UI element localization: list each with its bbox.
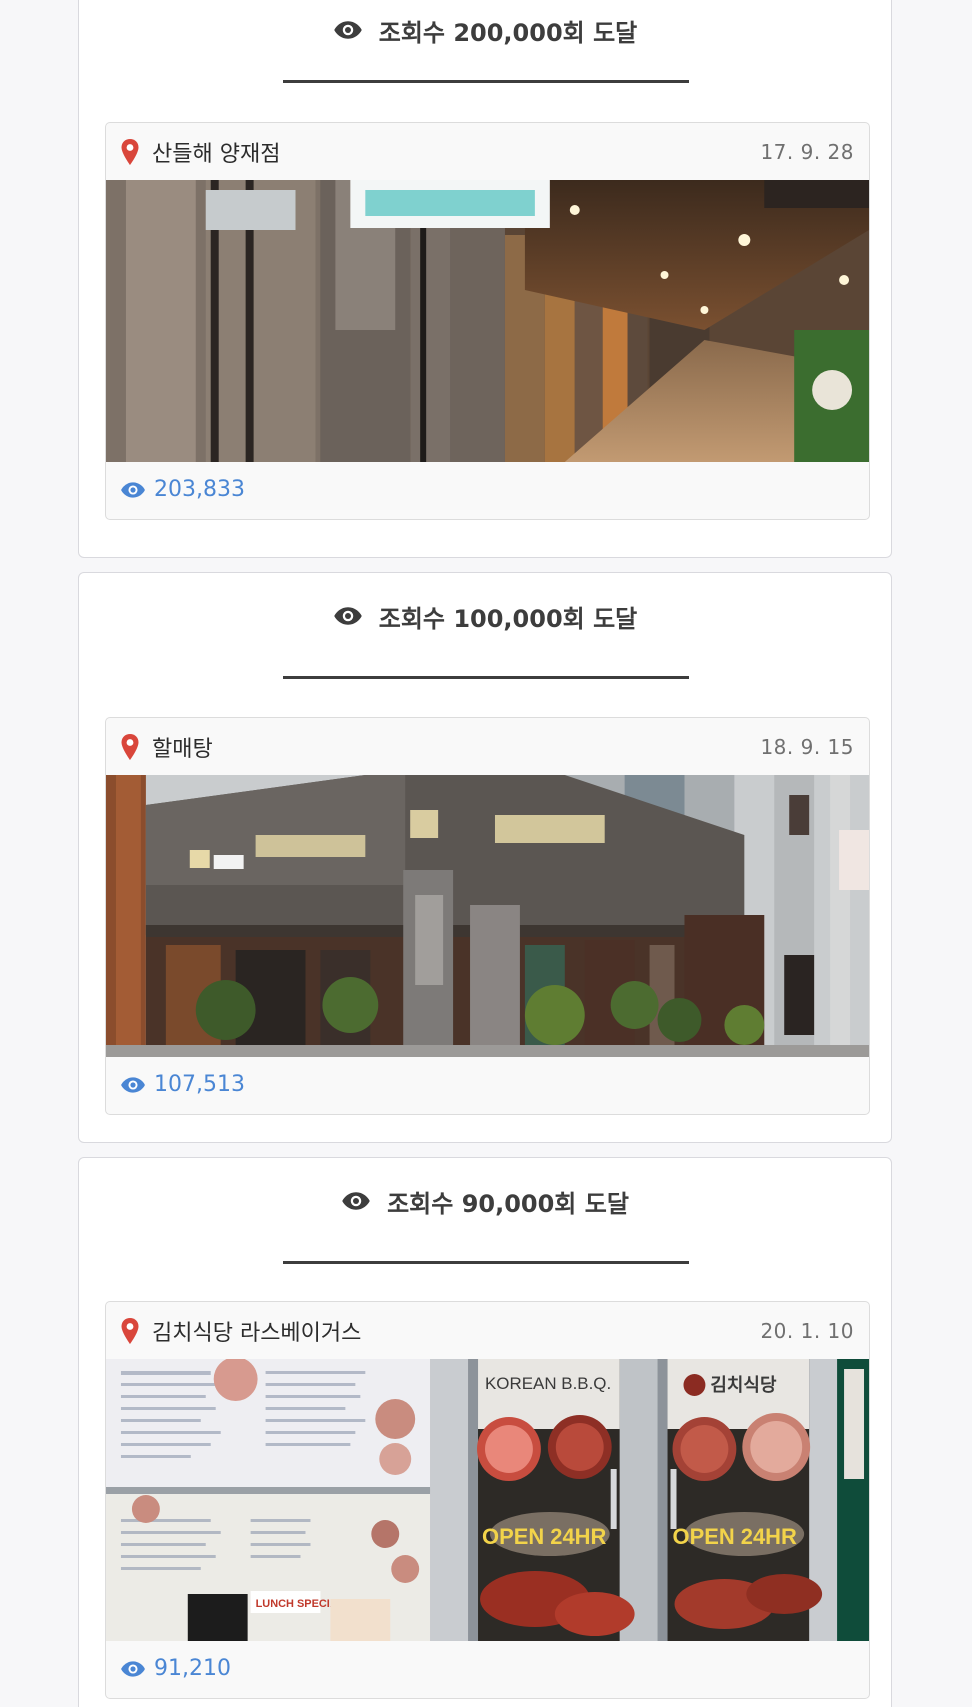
restaurant-name[interactable]: 산들해 양재점 — [152, 136, 280, 168]
divider — [283, 676, 689, 679]
map-pin-icon — [121, 1317, 139, 1344]
map-pin-icon — [121, 733, 139, 760]
post-date: 20. 1. 10 — [760, 1318, 854, 1343]
post-header: 할매탕 18. 9. 15 — [106, 718, 869, 775]
milestone-heading-text: 조회수 100,000회 도달 — [378, 604, 638, 633]
eye-icon — [333, 21, 362, 39]
divider — [283, 80, 689, 83]
restaurant-photo[interactable] — [106, 775, 869, 1057]
post-title: 산들해 양재점 — [120, 136, 280, 168]
post-card[interactable]: 할매탕 18. 9. 15 107,513 — [105, 717, 870, 1115]
post-title: 김치식당 라스베이거스 — [120, 1315, 361, 1347]
banner-open-24hr-left: OPEN 24HR — [482, 1524, 607, 1549]
post-header: 산들해 양재점 17. 9. 28 — [106, 123, 869, 180]
view-count: 91,210 — [120, 1639, 231, 1698]
milestone-heading: 조회수 100,000회 도달 — [79, 581, 891, 651]
restaurant-name[interactable]: 김치식당 라스베이거스 — [152, 1315, 361, 1347]
post-card[interactable]: 산들해 양재점 17. 9. 28 203,833 — [105, 122, 870, 520]
view-count: 203,833 — [120, 460, 245, 519]
milestone-card-100000: 조회수 100,000회 도달 할매탕 18. 9. 15 107,513 — [78, 572, 892, 1143]
restaurant-photo[interactable] — [106, 180, 869, 462]
milestone-card-200000: 조회수 200,000회 도달 산들해 양재점 17. 9. 28 203,83… — [78, 0, 892, 558]
eye-icon — [333, 607, 362, 625]
eye-icon — [342, 1192, 370, 1210]
post-header: 김치식당 라스베이거스 20. 1. 10 — [106, 1302, 869, 1359]
eye-icon — [121, 1076, 145, 1093]
divider — [283, 1261, 689, 1264]
milestone-heading: 조회수 200,000회 도달 — [79, 0, 891, 65]
milestone-card-90000: 조회수 90,000회 도달 김치식당 라스베이거스 20. 1. 10 LUN… — [78, 1157, 892, 1707]
sign-korean-bbq: KOREAN B.B.Q. — [485, 1374, 611, 1393]
milestone-feed: 조회수 200,000회 도달 산들해 양재점 17. 9. 28 203,83… — [0, 0, 972, 1707]
milestone-heading-text: 조회수 90,000회 도달 — [387, 1189, 629, 1218]
restaurant-name[interactable]: 할매탕 — [152, 731, 213, 763]
banner-open-24hr-right: OPEN 24HR — [673, 1524, 798, 1549]
sign-kimchi-sikdang: 김치식당 — [710, 1375, 777, 1395]
post-date: 17. 9. 28 — [760, 139, 854, 164]
view-count-value: 91,210 — [154, 1656, 231, 1681]
map-pin-icon — [121, 138, 139, 165]
view-count: 107,513 — [120, 1055, 245, 1114]
post-card[interactable]: 김치식당 라스베이거스 20. 1. 10 LUNCH SPECIAL KORE… — [105, 1301, 870, 1699]
eye-icon — [121, 481, 145, 498]
milestone-heading-text: 조회수 200,000회 도달 — [378, 18, 638, 47]
post-title: 할매탕 — [120, 731, 213, 763]
milestone-heading: 조회수 90,000회 도달 — [79, 1166, 891, 1236]
restaurant-photo[interactable]: LUNCH SPECIAL KOREAN B.B.Q. OPEN 24HR 김치… — [106, 1359, 869, 1641]
eye-icon — [121, 1660, 145, 1677]
post-date: 18. 9. 15 — [760, 734, 854, 759]
view-count-value: 107,513 — [154, 1072, 245, 1097]
view-count-value: 203,833 — [154, 477, 245, 502]
